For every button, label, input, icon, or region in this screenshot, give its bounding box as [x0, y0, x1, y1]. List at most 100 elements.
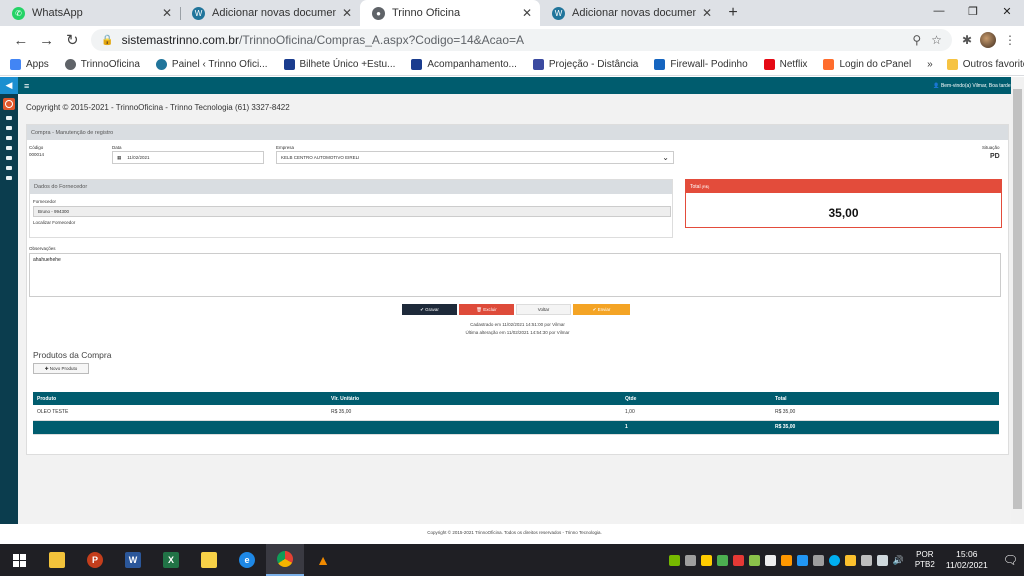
sidebar-home-icon[interactable]: [6, 116, 12, 120]
novo-produto-button[interactable]: ✚ Novo Produto: [33, 363, 89, 374]
tray-app-icon[interactable]: [700, 554, 712, 566]
taskbar-vlc[interactable]: ▲: [304, 544, 342, 576]
welcome-message[interactable]: 👤 Bem-vindo(a) Vilmar, Boa tarde!: [933, 83, 1012, 89]
bookmark-apps[interactable]: Apps: [10, 59, 49, 70]
tab-wordpress-1[interactable]: W Adicionar novas documentações ✕: [180, 0, 360, 26]
localizar-fornecedor-link[interactable]: Localizar Fornecedor: [33, 220, 75, 225]
gravar-button[interactable]: ✔ Gravar: [402, 304, 457, 315]
sidebar-list-icon[interactable]: [6, 166, 12, 170]
table-row[interactable]: OLEO TESTE R$ 35,00 1,00 R$ 35,00: [33, 405, 999, 421]
close-icon[interactable]: ✕: [702, 6, 712, 20]
tray-app-icon[interactable]: [748, 554, 760, 566]
tray-volume-icon[interactable]: 🔊: [893, 555, 904, 566]
chrome-menu-icon[interactable]: ⋮: [1004, 33, 1016, 47]
tab-whatsapp[interactable]: ✆ WhatsApp ✕: [0, 0, 180, 26]
bookmark-star-icon[interactable]: ☆: [931, 33, 942, 47]
system-clock[interactable]: 15:06 11/02/2021: [946, 549, 988, 571]
data-field[interactable]: ▦ 11/02/2021: [112, 151, 264, 164]
tray-network-icon[interactable]: [876, 554, 888, 566]
col-vlr-unitario[interactable]: Vlr. Unitário: [327, 392, 621, 405]
main-page: Copyright © 2015-2021 - TrinnoOficina - …: [18, 94, 1011, 535]
tray-app-icon[interactable]: [732, 554, 744, 566]
excluir-button[interactable]: 🗑 Excluir: [459, 304, 514, 315]
app-logo-icon[interactable]: ◀: [0, 77, 18, 94]
bookmark-bilhete-unico[interactable]: Bilhete Único +Estu...: [283, 59, 395, 70]
bookmark-trinnooficina[interactable]: TrinnoOficina: [64, 59, 140, 70]
bookmark-netflix[interactable]: Netflix: [763, 59, 807, 70]
fornecedor-field[interactable]: Bruno - 994300: [33, 206, 671, 217]
minimize-icon[interactable]: —: [922, 0, 956, 22]
scrollbar-thumb[interactable]: [1013, 89, 1022, 509]
edge-icon: e: [239, 552, 255, 568]
tab-trinno-oficina[interactable]: ● Trinno Oficina ✕: [360, 0, 540, 26]
forward-arrow-icon[interactable]: →: [34, 28, 60, 52]
taskbar-powerpoint[interactable]: P: [76, 544, 114, 576]
bookmark-outros-favoritos[interactable]: Outros favoritos: [946, 59, 1024, 70]
tab-wordpress-2[interactable]: W Adicionar novas documentações ✕: [540, 0, 720, 26]
page-scrollbar[interactable]: [1011, 77, 1024, 524]
taskbar-chrome[interactable]: [266, 544, 304, 576]
col-qtde[interactable]: Qtde: [621, 392, 771, 405]
situacao-label: Situação: [982, 145, 1000, 150]
observacoes-textarea[interactable]: ahahuehehe: [29, 253, 1001, 297]
sidebar-user-icon[interactable]: [6, 146, 12, 150]
tray-cloud-icon[interactable]: [764, 554, 776, 566]
taskbar-word[interactable]: W: [114, 544, 152, 576]
tray-app-icon[interactable]: [684, 554, 696, 566]
col-produto[interactable]: Produto: [33, 392, 327, 405]
tray-warning-icon[interactable]: [780, 554, 792, 566]
bookmark-painel[interactable]: Painel ‹ Trinno Ofici...: [155, 59, 268, 70]
table-footer-row: 1 R$ 35,00: [33, 420, 999, 435]
taskbar-excel[interactable]: X: [152, 544, 190, 576]
restore-icon[interactable]: ❐: [956, 0, 990, 22]
sidebar-share-icon[interactable]: [6, 136, 12, 140]
bookmark-projecao[interactable]: Projeção - Distância: [532, 59, 638, 70]
close-icon[interactable]: ✕: [522, 6, 532, 20]
voltar-button[interactable]: Voltar: [516, 304, 571, 315]
firewall-icon: [654, 59, 666, 70]
sidebar-print-icon[interactable]: [6, 156, 12, 160]
company-logo-icon[interactable]: [3, 98, 15, 110]
more-bookmarks-button[interactable]: »: [927, 59, 933, 70]
tray-skype-icon[interactable]: [828, 554, 840, 566]
reload-icon[interactable]: ↻: [59, 28, 85, 52]
data-label: Data: [112, 145, 122, 150]
close-icon[interactable]: ✕: [162, 6, 172, 20]
calendar-icon[interactable]: ▦: [117, 155, 121, 161]
hamburger-menu-icon[interactable]: ≡: [24, 81, 29, 91]
start-button[interactable]: [0, 544, 38, 576]
enviar-button[interactable]: ✔ Enviar: [573, 304, 630, 315]
tray-app-icon[interactable]: [844, 554, 856, 566]
extensions-icon[interactable]: ✱: [962, 33, 972, 47]
tray-nvidia-icon[interactable]: [668, 554, 680, 566]
taskbar-edge[interactable]: e: [228, 544, 266, 576]
bookmark-cpanel[interactable]: Login do cPanel: [823, 59, 911, 70]
col-total[interactable]: Total: [771, 392, 999, 405]
notification-center-icon[interactable]: 🗨: [1003, 553, 1018, 567]
tray-app-icon[interactable]: [860, 554, 872, 566]
netflix-icon: [763, 59, 775, 70]
tray-app-icon[interactable]: [812, 554, 824, 566]
taskbar-file-explorer[interactable]: [38, 544, 76, 576]
taskbar-sticky-notes[interactable]: [190, 544, 228, 576]
bookmark-acompanhamento[interactable]: Acompanhamento...: [411, 59, 517, 70]
sidebar-doc-icon[interactable]: [6, 176, 12, 180]
profile-avatar[interactable]: [980, 32, 996, 48]
close-icon[interactable]: ✕: [342, 6, 352, 20]
whatsapp-icon: ✆: [12, 6, 25, 20]
language-indicator[interactable]: POR PTB2: [915, 550, 935, 570]
folder-icon: [49, 552, 65, 568]
back-arrow-icon[interactable]: ←: [8, 28, 34, 52]
new-tab-button[interactable]: +: [720, 0, 746, 26]
chrome-icon: [277, 551, 293, 567]
zoom-icon[interactable]: ⚲: [912, 33, 921, 47]
sidebar-cadastros-icon[interactable]: [6, 126, 12, 130]
tray-app-icon[interactable]: [796, 554, 808, 566]
empresa-select[interactable]: KELB CENTRO AUTOMOTIVO EIRELI ⌄: [276, 151, 674, 164]
bookmark-firewall[interactable]: Firewall- Podinho: [654, 59, 748, 70]
close-window-icon[interactable]: ✕: [990, 0, 1024, 22]
url-path: /TrinnoOficina/Compras_A.aspx?Codigo=14&…: [238, 33, 525, 47]
address-bar[interactable]: 🔒 sistemastrinno.com.br/TrinnoOficina/Co…: [91, 29, 952, 51]
wordpress-icon: W: [192, 6, 205, 20]
tray-app-icon[interactable]: [716, 554, 728, 566]
